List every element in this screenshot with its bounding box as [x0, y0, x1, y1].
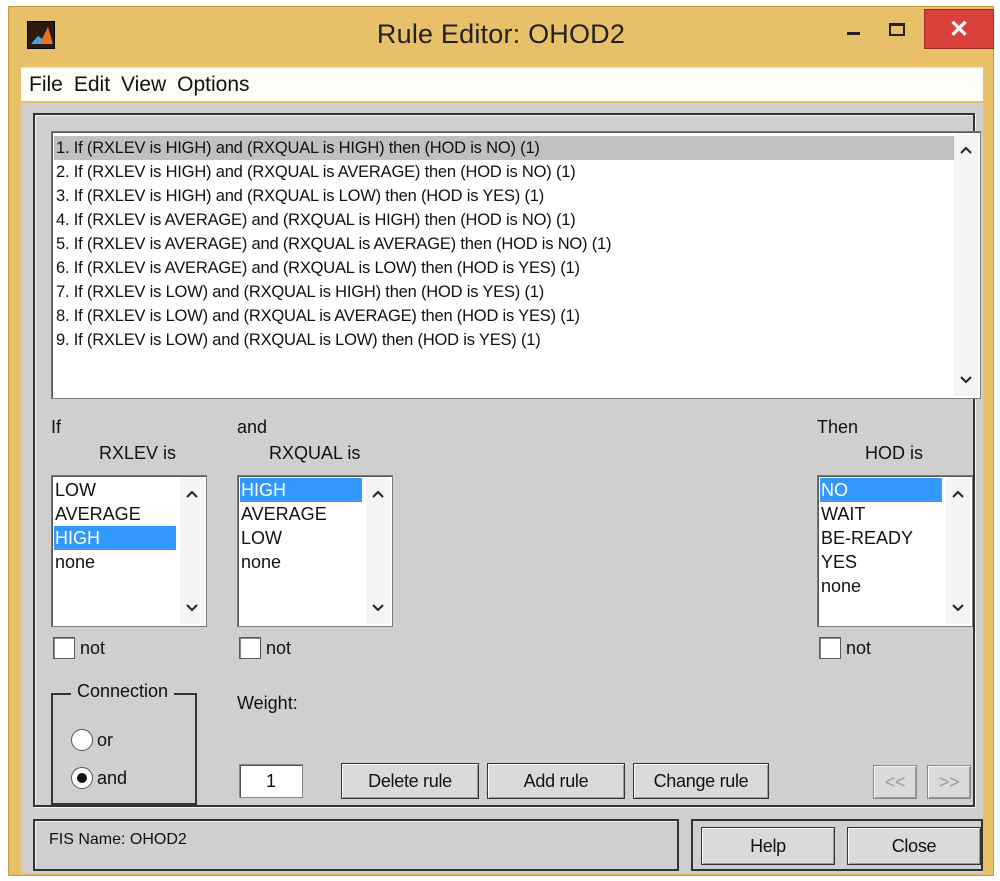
menu-edit[interactable]: Edit [74, 73, 110, 97]
rxqual-option-low[interactable]: LOW [240, 526, 362, 550]
scroll-down-icon[interactable] [954, 368, 978, 392]
hod-option-yes[interactable]: YES [820, 550, 942, 574]
checkbox-box[interactable] [239, 637, 261, 659]
if-label: If [51, 417, 62, 437]
scroll-up-icon[interactable] [366, 482, 390, 506]
scroll-down-icon[interactable] [366, 596, 390, 620]
rxlev-listbox[interactable]: LOW AVERAGE HIGH none [51, 475, 207, 627]
radio-or-label: or [97, 729, 114, 750]
rule-item-5[interactable]: 5. If (RXLEV is AVERAGE) and (RXQUAL is … [54, 232, 956, 256]
radio-or[interactable]: or [71, 729, 113, 751]
change-rule-button[interactable]: Change rule [633, 763, 769, 799]
rules-scrollbar[interactable] [954, 134, 978, 396]
rule-editor-window: Rule Editor: OHOD2 ✕ File Edit View Opti… [8, 6, 994, 876]
maximize-icon [889, 22, 905, 36]
rxqual-option-average[interactable]: AVERAGE [240, 502, 362, 526]
hod-option-no[interactable]: NO [820, 478, 942, 502]
connection-title: Connection [71, 681, 175, 702]
connection-group: Connection or and [51, 681, 197, 805]
menu-view[interactable]: View [121, 73, 166, 97]
rule-item-3[interactable]: 3. If (RXLEV is HIGH) and (RXQUAL is LOW… [54, 184, 956, 208]
rule-item-9[interactable]: 9. If (RXLEV is LOW) and (RXQUAL is LOW)… [54, 328, 956, 352]
fis-name-status: FIS Name: OHOD2 [49, 831, 187, 848]
rule-item-8[interactable]: 8. If (RXLEV is LOW) and (RXQUAL is AVER… [54, 304, 956, 328]
hod-option-be-ready[interactable]: BE-READY [820, 526, 942, 550]
and-label: and [237, 417, 268, 437]
rules-list[interactable]: 1. If (RXLEV is HIGH) and (RXQUAL is HIG… [51, 131, 981, 399]
rxlev-option-none[interactable]: none [54, 550, 176, 574]
maximize-button[interactable] [877, 9, 917, 49]
hod-option-wait[interactable]: WAIT [820, 502, 942, 526]
rule-item-7[interactable]: 7. If (RXLEV is LOW) and (RXQUAL is HIGH… [54, 280, 956, 304]
radio-or-icon[interactable] [71, 729, 93, 751]
rxlev-option-high[interactable]: HIGH [54, 526, 176, 550]
rxqual-not-label: not [266, 637, 292, 658]
hod-label: HOD is [865, 443, 923, 463]
rxlev-not-label: not [80, 637, 106, 658]
rxqual-listbox[interactable]: HIGH AVERAGE LOW none [237, 475, 393, 627]
menu-options[interactable]: Options [177, 73, 249, 97]
scroll-down-icon[interactable] [946, 596, 970, 620]
hod-scrollbar[interactable] [946, 478, 970, 624]
status-panel: FIS Name: OHOD2 [33, 819, 679, 871]
minimize-button[interactable] [833, 9, 873, 49]
next-rule-button[interactable]: >> [927, 765, 971, 799]
rxlev-label: RXLEV is [99, 443, 177, 463]
rxqual-option-high[interactable]: HIGH [240, 478, 362, 502]
then-label: Then [817, 417, 859, 437]
help-button[interactable]: Help [701, 827, 835, 865]
menu-file[interactable]: File [29, 73, 63, 97]
rxlev-scrollbar[interactable] [180, 478, 204, 624]
close-window-button[interactable]: ✕ [924, 9, 994, 49]
rule-item-2[interactable]: 2. If (RXLEV is HIGH) and (RXQUAL is AVE… [54, 160, 956, 184]
rxlev-not-checkbox[interactable]: not [53, 637, 105, 659]
rxlev-option-average[interactable]: AVERAGE [54, 502, 176, 526]
prev-rule-button[interactable]: << [873, 765, 917, 799]
hod-not-checkbox[interactable]: not [819, 637, 871, 659]
radio-and-label: and [97, 767, 128, 788]
title-bar[interactable]: Rule Editor: OHOD2 ✕ [9, 7, 994, 65]
rule-item-4[interactable]: 4. If (RXLEV is AVERAGE) and (RXQUAL is … [54, 208, 956, 232]
checkbox-box[interactable] [53, 637, 75, 659]
scroll-up-icon[interactable] [946, 482, 970, 506]
hod-not-label: not [846, 637, 872, 658]
client-area: 1. If (RXLEV is HIGH) and (RXQUAL is HIG… [21, 103, 983, 873]
delete-rule-button[interactable]: Delete rule [341, 763, 479, 799]
radio-and-icon[interactable] [71, 767, 93, 789]
minimize-icon [846, 31, 860, 35]
hod-option-none[interactable]: none [820, 574, 942, 598]
rxlev-option-low[interactable]: LOW [54, 478, 176, 502]
scroll-up-icon[interactable] [954, 138, 978, 162]
radio-and[interactable]: and [71, 767, 127, 789]
weight-input[interactable]: 1 [239, 764, 303, 798]
radio-selected-dot [77, 773, 87, 783]
close-icon: ✕ [948, 15, 970, 43]
scroll-down-icon[interactable] [180, 596, 204, 620]
rxqual-option-none[interactable]: none [240, 550, 362, 574]
menu-bar: File Edit View Options [21, 67, 983, 101]
checkbox-box[interactable] [819, 637, 841, 659]
weight-label: Weight: [237, 693, 298, 713]
hod-listbox[interactable]: NO WAIT BE-READY YES none [817, 475, 973, 627]
scroll-up-icon[interactable] [180, 482, 204, 506]
rxqual-scrollbar[interactable] [366, 478, 390, 624]
add-rule-button[interactable]: Add rule [487, 763, 625, 799]
rxqual-not-checkbox[interactable]: not [239, 637, 291, 659]
rxqual-label: RXQUAL is [269, 443, 361, 463]
rule-item-6[interactable]: 6. If (RXLEV is AVERAGE) and (RXQUAL is … [54, 256, 956, 280]
close-button[interactable]: Close [847, 827, 981, 865]
rule-item-1[interactable]: 1. If (RXLEV is HIGH) and (RXQUAL is HIG… [54, 136, 956, 160]
